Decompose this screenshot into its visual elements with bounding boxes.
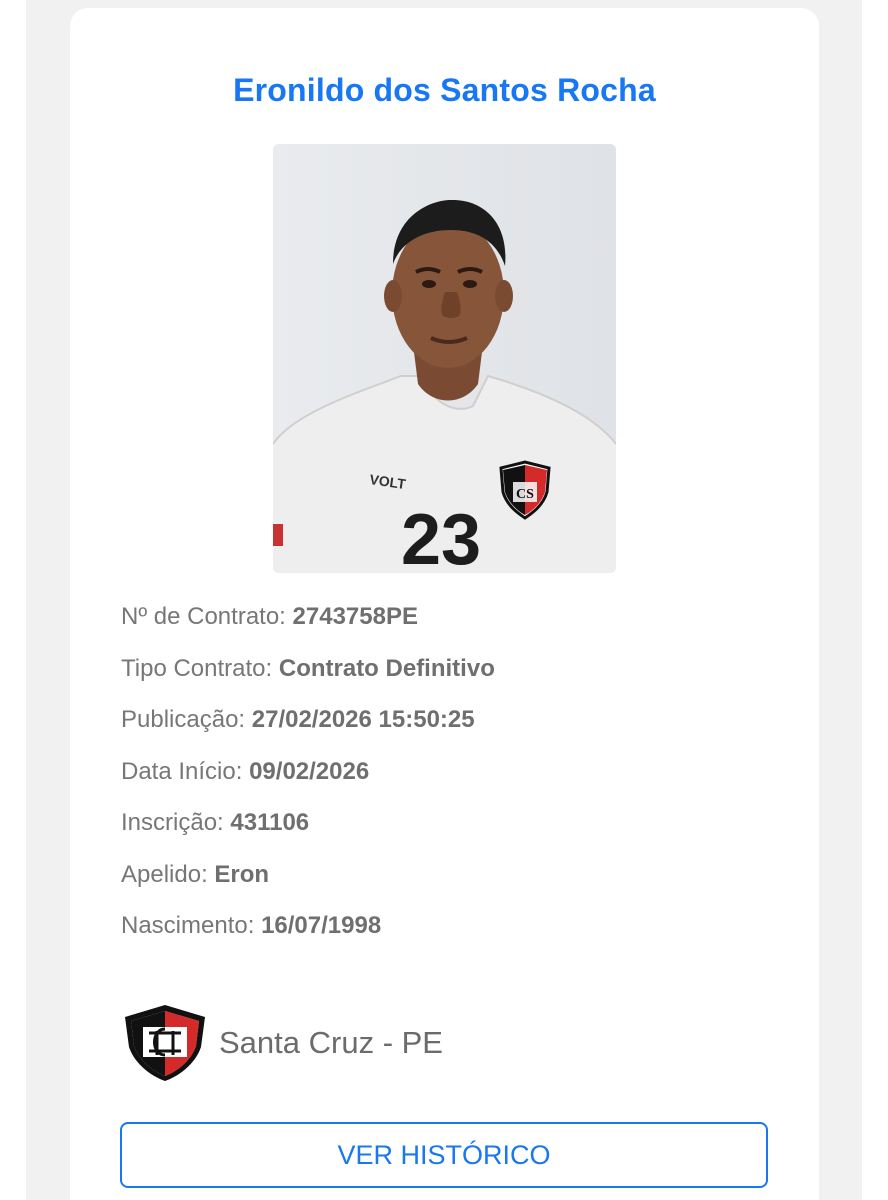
detail-label: Nascimento:: [121, 912, 255, 939]
detail-contract-type: Tipo Contrato: Contrato Definitivo: [121, 651, 781, 703]
page-edge: [875, 0, 888, 1200]
detail-label: Data Início:: [121, 757, 243, 785]
club-name: Santa Cruz - PE: [219, 1025, 443, 1060]
detail-start-date: Data Início: 09/02/2026: [121, 754, 781, 806]
detail-value: 27/02/2026 15:50:25: [251, 706, 475, 733]
svg-text:CS: CS: [516, 487, 534, 502]
detail-label: Publicação:: [121, 706, 246, 733]
view-history-button[interactable]: VER HISTÓRICO: [120, 1122, 768, 1188]
detail-value: 431106: [230, 809, 310, 836]
detail-label: Inscrição:: [121, 809, 224, 836]
detail-value: Contrato Definitivo: [278, 654, 495, 682]
detail-publication: Publicação: 27/02/2026 15:50:25: [121, 702, 781, 754]
player-card: Eronildo dos Santos Rocha VOLT CS 23 Nº …: [70, 8, 819, 1200]
detail-label: Apelido:: [121, 860, 208, 888]
santa-cruz-crest-icon: [125, 1005, 205, 1081]
detail-registration: Inscrição: 431106: [121, 805, 781, 857]
detail-value: 09/02/2026: [249, 757, 370, 785]
detail-contract-number: Nº de Contrato: 2743758PE: [121, 599, 781, 651]
player-photo-image: VOLT CS 23: [273, 144, 616, 573]
detail-value: 16/07/1998: [261, 912, 382, 939]
detail-label: Nº de Contrato:: [121, 603, 286, 630]
page: Eronildo dos Santos Rocha VOLT CS 23 Nº …: [0, 0, 888, 1200]
player-photo: VOLT CS 23: [273, 144, 616, 573]
detail-label: Tipo Contrato:: [121, 654, 273, 682]
player-name: Eronildo dos Santos Rocha: [233, 72, 656, 108]
club-row: Santa Cruz - PE: [121, 1003, 443, 1083]
detail-value: 2743758PE: [292, 603, 418, 630]
jersey-number: 23: [401, 500, 481, 573]
detail-nickname: Apelido: Eron: [121, 857, 781, 909]
detail-value: Eron: [214, 860, 270, 888]
detail-birth-date: Nascimento: 16/07/1998: [121, 908, 781, 960]
player-details: Nº de Contrato: 2743758PE Tipo Contrato:…: [121, 599, 781, 960]
